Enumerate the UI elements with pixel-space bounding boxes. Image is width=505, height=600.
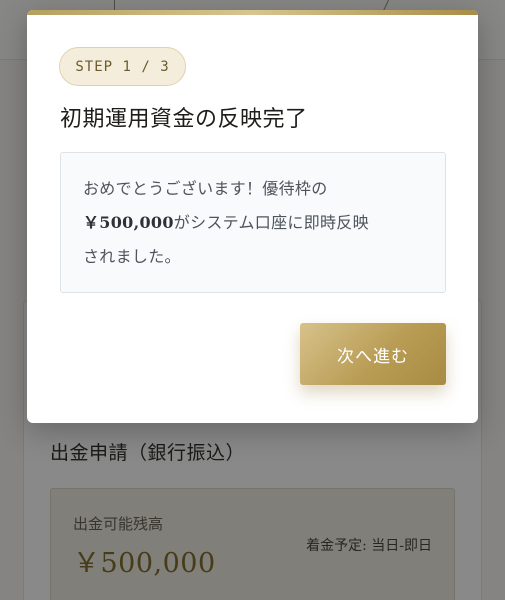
step-badge: STEP 1 / 3 — [59, 47, 186, 86]
modal-title: 初期運用資金の反映完了 — [60, 107, 308, 132]
message-amount: ￥500,000 — [83, 213, 174, 232]
message-line-3: されました。 — [83, 247, 181, 266]
completion-modal: STEP 1 / 3 初期運用資金の反映完了 おめでとうございます！優待枠の ￥… — [27, 10, 478, 423]
modal-accent-bar — [27, 10, 478, 15]
next-button[interactable]: 次へ進む — [300, 323, 446, 385]
message-box: おめでとうございます！優待枠の ￥500,000がシステム口座に即時反映 されま… — [60, 152, 446, 293]
message-line-2: ￥500,000がシステム口座に即時反映 — [83, 209, 369, 233]
message-line-2-suffix: がシステム口座に即時反映 — [173, 213, 369, 232]
message-line-1: おめでとうございます！優待枠の — [83, 179, 328, 198]
